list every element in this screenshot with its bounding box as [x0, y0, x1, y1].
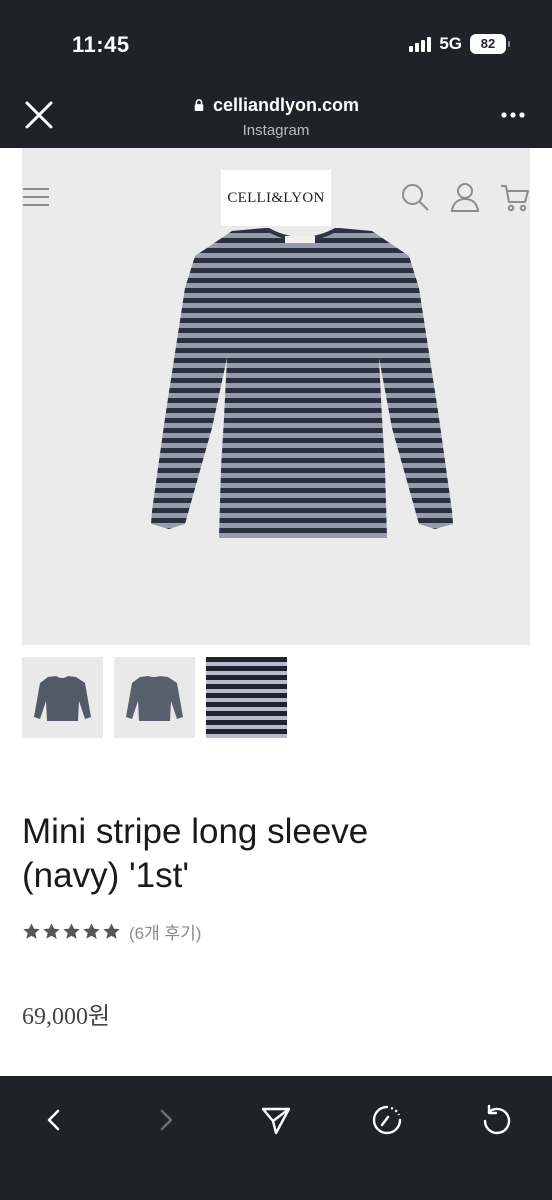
- network-type: 5G: [439, 34, 462, 53]
- url-bar[interactable]: celliandlyon.com: [0, 95, 552, 116]
- rating-stars: [22, 922, 121, 941]
- thumbnail-front[interactable]: [22, 657, 103, 738]
- user-icon[interactable]: [450, 182, 480, 212]
- reload-icon: [483, 1104, 511, 1135]
- timer-icon: [372, 1105, 402, 1135]
- reload-button[interactable]: [467, 1090, 527, 1150]
- url-text: celliandlyon.com: [212, 95, 360, 115]
- forward-button[interactable]: [136, 1090, 196, 1150]
- product-title-line1: Mini stripe long sleeve: [22, 812, 369, 851]
- brand-logo[interactable]: CELLI&LYON: [221, 170, 331, 226]
- timer-button[interactable]: [357, 1090, 417, 1150]
- browser-top-bar: 11:45 5G 82 celliandlyon.com Instagram: [0, 0, 552, 148]
- menu-icon[interactable]: [22, 186, 50, 208]
- thumbnail-fabric[interactable]: [206, 657, 287, 738]
- forward-icon: [160, 1109, 173, 1131]
- product-title: Mini stripe long sleeve (navy) '1st': [22, 810, 532, 898]
- product-price: 69,000원: [22, 1004, 111, 1030]
- header-icons: [400, 182, 530, 212]
- striped-shirt-image: [151, 228, 453, 538]
- status-indicators: 5G 82: [409, 34, 510, 54]
- back-icon: [47, 1109, 60, 1131]
- signal-icon: [409, 36, 432, 52]
- cart-icon[interactable]: [500, 182, 530, 212]
- thumbnail-back[interactable]: [114, 657, 195, 738]
- status-time: 11:45: [72, 32, 130, 57]
- share-button[interactable]: [246, 1090, 306, 1150]
- star-icon: [63, 923, 80, 939]
- share-icon: [261, 1107, 291, 1135]
- browser-bottom-bar: [0, 1076, 552, 1200]
- back-button[interactable]: [24, 1090, 84, 1150]
- product-thumbnails: [22, 657, 287, 738]
- star-icon: [23, 923, 40, 939]
- star-icon: [103, 923, 120, 939]
- product-main-image[interactable]: CELLI&LYON: [22, 148, 530, 645]
- battery-icon: 82: [470, 34, 510, 54]
- search-icon[interactable]: [400, 182, 430, 212]
- lock-icon: [194, 99, 204, 111]
- more-icon[interactable]: [500, 110, 526, 120]
- star-icon: [83, 923, 100, 939]
- source-label: Instagram: [242, 122, 310, 139]
- product-rating[interactable]: (6개 후기): [22, 919, 201, 944]
- review-count: (6개 후기): [129, 924, 202, 943]
- product-title-line2: (navy) '1st': [22, 856, 190, 895]
- star-icon: [43, 923, 60, 939]
